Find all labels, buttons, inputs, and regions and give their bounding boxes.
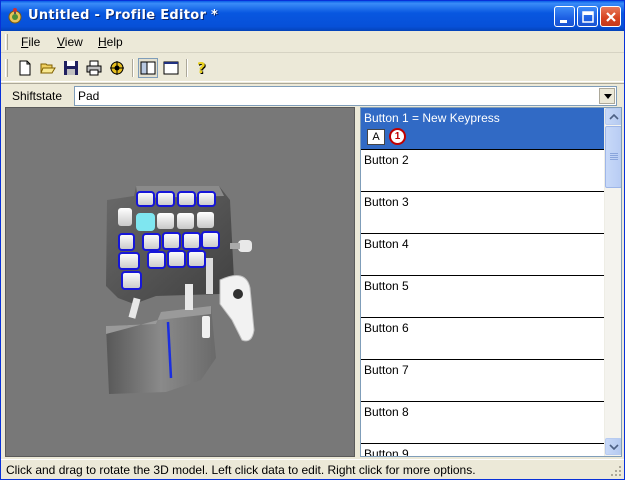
toolbar-separator [186,59,188,77]
print-button[interactable] [84,58,104,78]
save-button[interactable] [61,58,81,78]
open-icon [40,63,56,74]
button-label: Button 1 = New Keypress [364,111,500,125]
menu-view[interactable]: View [57,35,83,49]
target-button[interactable] [107,58,127,78]
button-label: Button 9 [364,447,409,456]
3d-model-viewport[interactable] [5,107,355,457]
list-item-button-4[interactable]: Button 4 [361,234,604,276]
button-list: Button 1 = New Keypress A 1 Button 2 But… [361,108,604,456]
list-item-button-7[interactable]: Button 7 [361,360,604,402]
button-label: Button 3 [364,195,409,209]
side-button [238,240,252,252]
profile-editor-window: Untitled - Profile Editor * File View He… [0,0,625,480]
minimize-button[interactable] [554,6,575,27]
resize-grip-icon[interactable] [610,465,622,477]
shiftstate-value: Pad [78,89,100,103]
keypress-number-badge: 1 [389,128,406,145]
new-button[interactable] [15,58,35,78]
button-label: Button 7 [364,363,409,377]
gamepad-3d-model[interactable] [6,108,355,457]
button-list-pane: Button 1 = New Keypress A 1 Button 2 But… [360,107,622,457]
list-item-button-2[interactable]: Button 2 [361,150,604,192]
minimize-icon [560,20,567,23]
save-icon [64,61,78,75]
button-label: Button 8 [364,405,409,419]
list-item-button-5[interactable]: Button 5 [361,276,604,318]
scroll-down-button[interactable] [605,438,621,455]
toolbar: ?? [1,54,624,82]
target-icon [110,61,124,75]
button-label: Button 4 [364,237,409,251]
maximize-button[interactable] [577,6,598,27]
dropdown-arrow-button[interactable] [599,88,615,104]
print-icon [86,60,102,76]
joystick-app-icon [7,8,23,24]
support-post [206,258,213,294]
menu-grip [5,34,8,50]
shiftstate-select[interactable]: Pad [74,86,617,106]
toolbar-grip [5,59,8,77]
window-title: Untitled - Profile Editor * [28,8,219,23]
list-item-button-3[interactable]: Button 3 [361,192,604,234]
list-item-button-6[interactable]: Button 6 [361,318,604,360]
scroll-up-button[interactable] [605,108,621,125]
new-icon [19,60,31,76]
list-item-button-1[interactable]: Button 1 = New Keypress A 1 [361,108,604,150]
close-button[interactable] [600,6,621,27]
help-button[interactable]: ?? [192,58,212,78]
svg-text:?: ? [197,60,206,76]
support-post [185,284,193,310]
palm-rest-button [202,316,210,338]
list-item-button-9[interactable]: Button 9 [361,444,604,456]
maximize-icon [582,11,594,23]
single-view-button[interactable] [161,58,181,78]
single-view-icon [163,61,179,75]
close-icon [606,12,616,22]
button-label: Button 6 [364,321,409,335]
scroll-thumb[interactable] [605,126,621,188]
menu-bar: File View Help [1,31,624,53]
vertical-scrollbar[interactable] [604,108,621,456]
menu-file[interactable]: File [21,35,40,49]
toolbar-separator [132,59,134,77]
help-icon: ?? [197,60,207,76]
split-view-button[interactable] [138,58,158,78]
status-bar: Click and drag to rotate the 3D model. L… [1,459,624,479]
status-text: Click and drag to rotate the 3D model. L… [6,463,476,477]
chevron-up-icon [609,114,619,120]
button-label: Button 2 [364,153,409,167]
menu-help[interactable]: Help [98,35,123,49]
list-item-button-8[interactable]: Button 8 [361,402,604,444]
chevron-down-icon [609,444,619,450]
shiftstate-label: Shiftstate [12,89,63,103]
thumb-stick-button [233,289,243,299]
keypress-key-badge: A [367,129,385,145]
shiftstate-row: Shiftstate Pad [1,83,624,107]
open-button[interactable] [38,58,58,78]
button-label: Button 5 [364,279,409,293]
title-bar[interactable]: Untitled - Profile Editor * [1,1,624,31]
side-button-stem [230,243,240,249]
chevron-down-icon [604,94,612,99]
split-view-icon [140,61,156,75]
thumb-stick[interactable] [219,275,255,342]
